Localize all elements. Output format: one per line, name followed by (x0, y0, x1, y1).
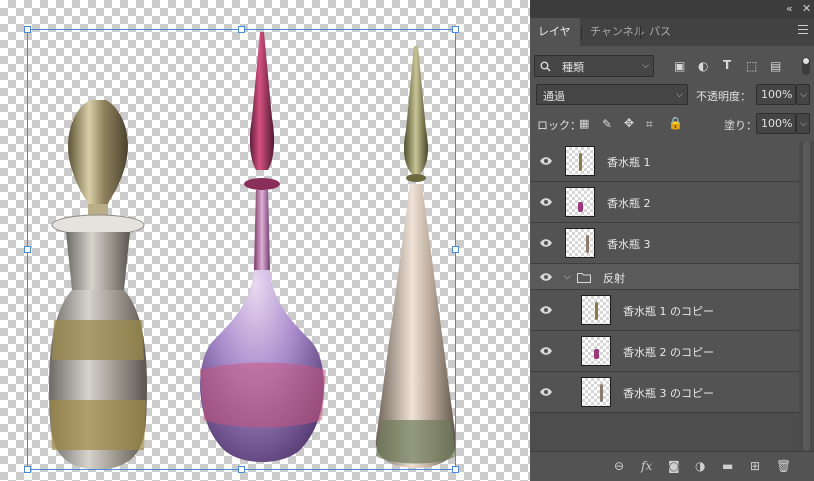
filter-kind-label: 種類 (562, 61, 584, 74)
layer-row-perfume-2-copy[interactable]: 香水瓶 2 のコピー (530, 331, 799, 372)
eye-icon[interactable] (539, 272, 553, 282)
collapse-panel-icon[interactable]: « (786, 2, 793, 15)
layer-group-reflection[interactable]: ⌵ 反射 (530, 264, 799, 290)
filter-toggle[interactable] (802, 57, 810, 75)
layer-name: 香水瓶 2 (607, 197, 651, 210)
layer-name: 香水瓶 1 (607, 156, 651, 169)
fill-dropdown[interactable]: ⌵ (796, 113, 810, 134)
panel-title-bar: « ✕ (530, 0, 814, 18)
panel-tabs: レイヤー チャンネル パス (530, 18, 814, 66)
blend-row: 通過 ⌵ 不透明度： 100% ⌵ (530, 83, 814, 107)
layer-thumbnail (565, 228, 595, 258)
layer-name: 香水瓶 1 のコピー (623, 305, 714, 318)
new-group-icon[interactable]: ▬ (722, 459, 733, 473)
layers-panel: « ✕ レイヤー チャンネル パス 種類 ⌵ ▣ ◐ T ⬚ ▤ 通過 (530, 0, 814, 481)
link-layers-icon[interactable]: ⊖ (614, 459, 624, 473)
folder-icon (577, 273, 591, 283)
eye-icon[interactable] (539, 238, 553, 248)
opacity-value: 100% (761, 88, 793, 101)
layer-row-perfume-1[interactable]: 香水瓶 1 (530, 141, 799, 182)
document-canvas[interactable] (0, 0, 530, 481)
close-panel-icon[interactable]: ✕ (802, 2, 811, 15)
transform-handle-top-left[interactable] (24, 26, 31, 33)
chevron-down-icon: ⌵ (800, 119, 807, 129)
layer-thumbnail (581, 336, 611, 366)
transform-handle-bottom-center[interactable] (238, 466, 245, 473)
add-mask-icon[interactable]: ◙ (668, 459, 680, 473)
filter-row: 種類 ⌵ ▣ ◐ T ⬚ ▤ (530, 53, 814, 79)
shape-layer-filter-icon[interactable]: ⬚ (746, 60, 757, 72)
layers-bottom-toolbar: ⊖ fx ◙ ◑ ▬ ⊞ 🗑 (530, 451, 814, 481)
layer-row-perfume-2[interactable]: 香水瓶 2 (530, 182, 799, 223)
smart-object-filter-icon[interactable]: ▤ (770, 60, 781, 72)
fill-field[interactable]: 100% (756, 113, 796, 134)
opacity-dropdown[interactable]: ⌵ (796, 84, 810, 105)
chevron-down-icon[interactable]: ⌵ (564, 271, 571, 283)
transform-handle-top-center[interactable] (238, 26, 245, 33)
chevron-down-icon: ⌵ (800, 90, 807, 100)
eye-icon[interactable] (539, 197, 553, 207)
trash-icon[interactable]: 🗑 (776, 459, 791, 473)
blend-mode-select[interactable]: 通過 ⌵ (536, 84, 688, 105)
panel-menu-icon[interactable] (798, 25, 808, 37)
transform-handle-middle-left[interactable] (24, 246, 31, 253)
layer-row-perfume-1-copy[interactable]: 香水瓶 1 のコピー (530, 290, 799, 331)
search-icon (540, 61, 551, 72)
layer-thumbnail (565, 187, 595, 217)
layer-name: 香水瓶 3 (607, 238, 651, 251)
layer-row-perfume-3-copy[interactable]: 香水瓶 3 のコピー (530, 372, 799, 413)
blend-mode-value: 通過 (543, 90, 565, 103)
new-adjustment-layer-icon[interactable]: ◑ (695, 459, 705, 473)
pixel-layer-filter-icon[interactable]: ▣ (674, 60, 685, 72)
eye-icon[interactable] (539, 305, 553, 315)
transform-handle-top-right[interactable] (452, 26, 459, 33)
lock-row: ロック： ▦ ✎ ✥ ⌗ 🔒 塗り： 100% ⌵ (530, 112, 814, 136)
chevron-down-icon: ⌵ (676, 90, 683, 100)
group-name: 反射 (603, 272, 625, 285)
layer-name: 香水瓶 3 のコピー (623, 387, 714, 400)
tab-layers[interactable]: レイヤー (530, 18, 580, 66)
filter-kind-select[interactable]: 種類 ⌵ (534, 55, 654, 77)
layer-list: 香水瓶 1 香水瓶 2 香水瓶 3 ⌵ 反射 香水瓶 1 のコピー 香水瓶 2 … (530, 141, 799, 451)
tab-paths[interactable]: パス (641, 18, 679, 46)
transform-handle-middle-right[interactable] (452, 246, 459, 253)
opacity-label: 不透明度： (696, 90, 751, 103)
fill-value: 100% (761, 117, 793, 130)
layer-thumbnail (581, 377, 611, 407)
new-layer-icon[interactable]: ⊞ (750, 459, 760, 473)
eye-icon[interactable] (539, 346, 553, 356)
layer-row-perfume-3[interactable]: 香水瓶 3 (530, 223, 799, 264)
opacity-field[interactable]: 100% (756, 84, 796, 105)
transform-handle-bottom-left[interactable] (24, 466, 31, 473)
eye-icon[interactable] (539, 387, 553, 397)
transform-handle-bottom-right[interactable] (452, 466, 459, 473)
layer-thumbnail (581, 295, 611, 325)
lock-all-icon[interactable]: 🔒 (668, 117, 683, 129)
lock-artboard-icon[interactable]: ⌗ (646, 118, 653, 130)
lock-label: ロック： (537, 119, 581, 132)
adjustment-layer-filter-icon[interactable]: ◐ (698, 60, 708, 72)
layer-name: 香水瓶 2 のコピー (623, 346, 714, 359)
transform-bounding-box[interactable] (27, 29, 456, 470)
layer-list-scrollbar[interactable] (799, 141, 814, 451)
layer-style-fx-icon[interactable]: fx (641, 459, 652, 473)
chevron-down-icon: ⌵ (642, 61, 649, 71)
layer-thumbnail (565, 146, 595, 176)
lock-image-pixels-icon[interactable]: ✎ (602, 118, 612, 130)
fill-label: 塗り： (724, 119, 757, 132)
lock-position-icon[interactable]: ✥ (624, 117, 634, 129)
eye-icon[interactable] (539, 156, 553, 166)
type-layer-filter-icon[interactable]: T (723, 59, 731, 71)
lock-transparency-icon[interactable]: ▦ (579, 118, 589, 130)
